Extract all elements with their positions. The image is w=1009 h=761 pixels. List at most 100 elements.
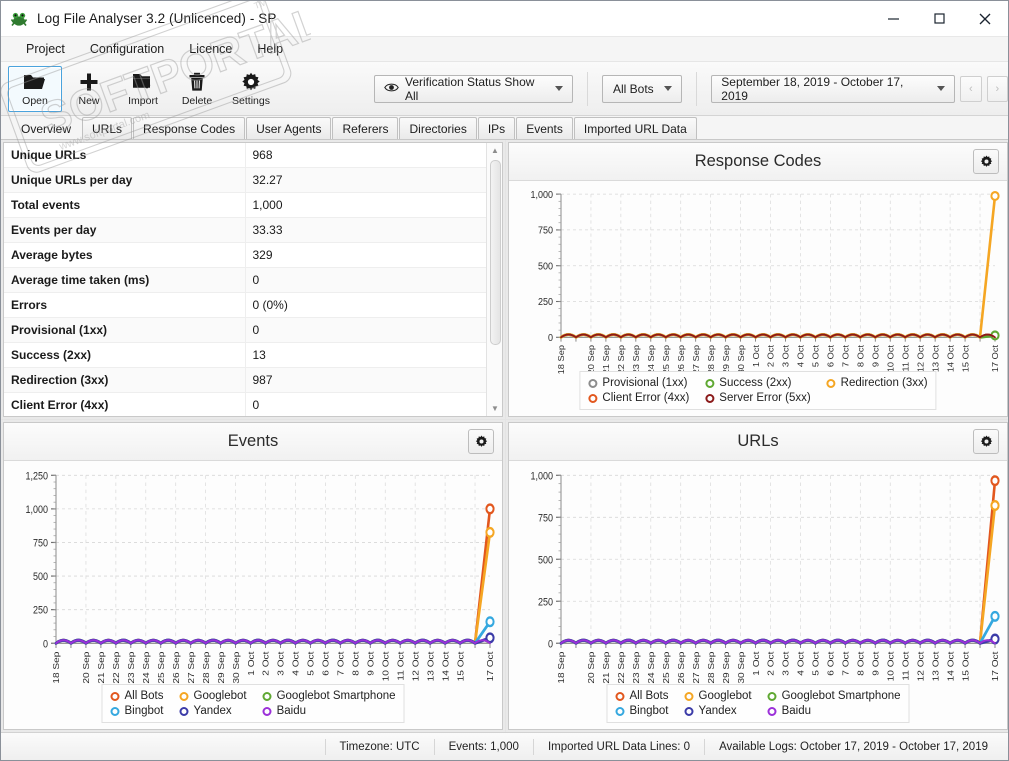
stat-value: 1,000	[245, 193, 486, 218]
legend-item[interactable]: Yandex	[685, 705, 752, 717]
response-codes-chart[interactable]: 02505007501,00018 Sep20 Sep21 Sep22 Sep2…	[509, 181, 1007, 416]
legend-marker-icon	[110, 707, 119, 716]
tab-ips[interactable]: IPs	[478, 117, 515, 139]
minimize-button[interactable]	[870, 1, 916, 37]
legend-item[interactable]: Redirection (3xx)	[827, 377, 928, 389]
table-row[interactable]: Events per day33.33	[4, 218, 486, 243]
stat-key: Average time taken (ms)	[4, 268, 245, 293]
legend-item[interactable]: Baidu	[263, 705, 396, 717]
close-button[interactable]	[962, 1, 1008, 37]
window-controls	[870, 1, 1008, 37]
vertical-splitter-bottom[interactable]	[505, 420, 506, 732]
scroll-down-icon[interactable]: ▼	[487, 401, 502, 416]
table-row[interactable]: Unique URLs968	[4, 143, 486, 168]
menu-item-project[interactable]: Project	[15, 39, 76, 59]
table-row[interactable]: Errors0 (0%)	[4, 293, 486, 318]
svg-text:7 Oct: 7 Oct	[841, 344, 851, 367]
table-row[interactable]: Average bytes329	[4, 243, 486, 268]
svg-text:500: 500	[33, 571, 48, 583]
table-row[interactable]: Provisional (1xx)0	[4, 318, 486, 343]
svg-text:250: 250	[538, 296, 553, 307]
svg-text:25 Sep: 25 Sep	[157, 652, 166, 684]
legend-item[interactable]: Success (2xx)	[705, 377, 810, 389]
legend-item[interactable]: Googlebot Smartphone	[768, 690, 901, 702]
maximize-button[interactable]	[916, 1, 962, 37]
svg-text:750: 750	[538, 513, 553, 525]
legend-item[interactable]: Googlebot	[180, 690, 247, 702]
svg-text:5 Oct: 5 Oct	[306, 651, 315, 676]
table-row[interactable]: Unique URLs per day32.27	[4, 168, 486, 193]
tab-response-codes[interactable]: Response Codes	[133, 117, 245, 139]
legend-item[interactable]: Googlebot	[685, 690, 752, 702]
tab-referers[interactable]: Referers	[332, 117, 398, 139]
urls-chart[interactable]: 02505007501,00018 Sep20 Sep21 Sep22 Sep2…	[509, 461, 1007, 729]
legend-item[interactable]: Yandex	[180, 705, 247, 717]
legend-item[interactable]: Googlebot Smartphone	[263, 690, 396, 702]
tab-imported-url-data[interactable]: Imported URL Data	[574, 117, 697, 139]
date-range-dropdown[interactable]: September 18, 2019 - October 17, 2019	[711, 75, 955, 103]
legend-marker-icon	[588, 379, 597, 388]
legend-item[interactable]: Server Error (5xx)	[705, 392, 810, 404]
legend-marker-icon	[615, 692, 624, 701]
legend-marker-icon	[110, 692, 119, 701]
legend-item[interactable]: Baidu	[768, 705, 901, 717]
events-settings-button[interactable]	[468, 429, 494, 454]
toolbar: Open New Im	[1, 62, 1008, 116]
menu-item-configuration[interactable]: Configuration	[79, 39, 175, 59]
table-row[interactable]: Success (2xx)13	[4, 343, 486, 368]
svg-text:29 Sep: 29 Sep	[721, 345, 731, 374]
menu-item-help[interactable]: Help	[246, 39, 294, 59]
date-prev-button[interactable]: ‹	[960, 76, 981, 102]
legend-label: Yandex	[194, 705, 232, 717]
status-available-logs: Available Logs: October 17, 2019 - Octob…	[705, 741, 1002, 753]
new-button[interactable]: New	[62, 66, 116, 112]
svg-text:2 Oct: 2 Oct	[766, 344, 776, 367]
svg-text:3 Oct: 3 Oct	[276, 651, 285, 676]
svg-text:750: 750	[538, 224, 553, 235]
legend-item[interactable]: Bingbot	[110, 705, 163, 717]
delete-button[interactable]: Delete	[170, 66, 224, 112]
menu-bar: Project Configuration Licence Help	[1, 37, 1008, 62]
svg-text:24 Sep: 24 Sep	[646, 345, 656, 374]
svg-text:14 Oct: 14 Oct	[441, 651, 450, 681]
legend-marker-icon	[827, 379, 836, 388]
events-chart[interactable]: 02505007501,0001,25018 Sep20 Sep21 Sep22…	[4, 461, 502, 729]
date-next-button[interactable]: ›	[987, 76, 1008, 102]
bots-dropdown[interactable]: All Bots	[602, 75, 682, 103]
gear-icon	[980, 155, 993, 168]
verification-status-dropdown[interactable]: Verification Status Show All	[374, 75, 573, 103]
tab-urls[interactable]: URLs	[82, 117, 132, 139]
response-codes-settings-button[interactable]	[973, 149, 999, 174]
svg-text:12 Oct: 12 Oct	[916, 651, 925, 681]
overview-table-scrollbar[interactable]: ▲ ▼	[486, 143, 502, 416]
table-row[interactable]: Total events1,000	[4, 193, 486, 218]
legend-label: Bingbot	[629, 705, 668, 717]
svg-text:30 Sep: 30 Sep	[737, 652, 746, 684]
tab-directories[interactable]: Directories	[399, 117, 476, 139]
settings-button[interactable]: Settings	[224, 66, 278, 112]
urls-panel: URLs 02505007501,00018 Sep20 Sep21 Sep22…	[508, 422, 1008, 730]
urls-settings-button[interactable]	[973, 429, 999, 454]
table-row[interactable]: Client Error (4xx)0	[4, 393, 486, 417]
legend-item[interactable]: Bingbot	[615, 705, 668, 717]
menu-item-licence[interactable]: Licence	[178, 39, 243, 59]
svg-text:21 Sep: 21 Sep	[601, 345, 611, 374]
tab-user-agents[interactable]: User Agents	[246, 117, 331, 139]
open-button[interactable]: Open	[8, 66, 62, 112]
import-button[interactable]: Import	[116, 66, 170, 112]
legend-item[interactable]: All Bots	[615, 690, 668, 702]
urls-header: URLs	[509, 423, 1007, 461]
legend-item[interactable]: Provisional (1xx)	[588, 377, 689, 389]
table-row[interactable]: Redirection (3xx)987	[4, 368, 486, 393]
vertical-splitter-top[interactable]	[505, 140, 506, 419]
scrollbar-thumb[interactable]	[490, 160, 501, 345]
table-row[interactable]: Average time taken (ms)0	[4, 268, 486, 293]
tab-overview[interactable]: Overview	[11, 117, 81, 139]
svg-text:750: 750	[33, 538, 48, 550]
stat-key: Errors	[4, 293, 245, 318]
tab-events[interactable]: Events	[516, 117, 573, 139]
legend-item[interactable]: All Bots	[110, 690, 163, 702]
svg-text:500: 500	[538, 555, 553, 567]
legend-item[interactable]: Client Error (4xx)	[588, 392, 689, 404]
scroll-up-icon[interactable]: ▲	[487, 143, 502, 158]
